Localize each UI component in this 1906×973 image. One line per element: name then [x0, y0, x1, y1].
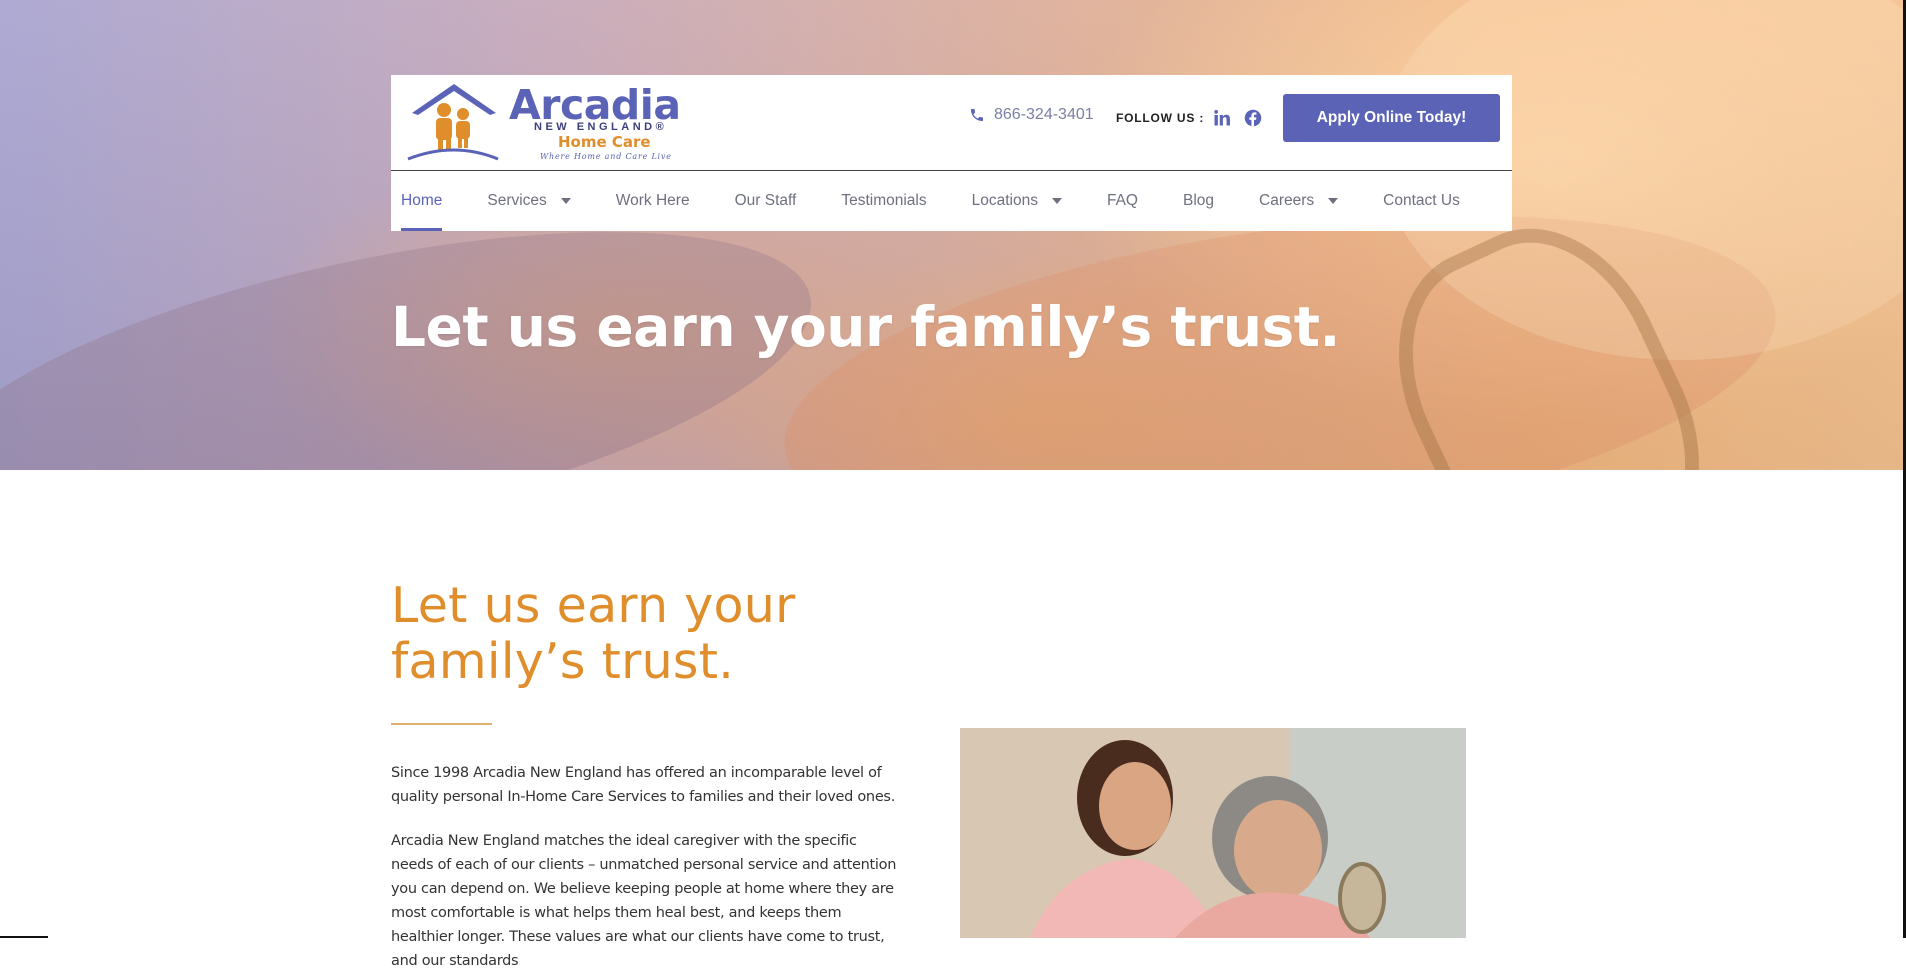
body-paragraph: Arcadia New England matches the ideal ca… — [391, 833, 897, 969]
chevron-down-icon — [1328, 198, 1339, 204]
logo-subline: NEW ENGLAND® — [534, 121, 668, 133]
nav-item-faq[interactable]: FAQ — [1107, 171, 1138, 231]
site-header: Arcadia NEW ENGLAND® Home Care Where Hom… — [391, 75, 1512, 231]
facebook-icon[interactable] — [1243, 108, 1263, 128]
main-nav: Home Services Work Here Our Staff Testim… — [391, 171, 1512, 231]
linkedin-icon[interactable] — [1212, 108, 1232, 128]
apply-online-button[interactable]: Apply Online Today! — [1283, 94, 1500, 142]
nav-item-careers[interactable]: Careers — [1259, 171, 1339, 231]
nav-item-blog[interactable]: Blog — [1183, 171, 1214, 231]
nav-item-home[interactable]: Home — [401, 171, 443, 231]
logo[interactable]: Arcadia NEW ENGLAND® Home Care Where Hom… — [406, 81, 681, 163]
phone-icon — [971, 109, 983, 121]
logo-tagline: Where Home and Care Live — [540, 152, 672, 161]
phone-link[interactable]: 866-324-3401 — [969, 106, 1094, 124]
logo-product: Home Care — [558, 133, 651, 151]
header-top: Arcadia NEW ENGLAND® Home Care Where Hom… — [391, 75, 1512, 171]
nav-item-contact-us[interactable]: Contact Us — [1383, 171, 1460, 231]
caregiver-photo — [960, 728, 1466, 938]
nav-item-work-here[interactable]: Work Here — [616, 171, 690, 231]
hero-title: Let us earn your family’s trust. — [391, 295, 1340, 359]
nav-item-services[interactable]: Services — [487, 171, 571, 231]
section-title: Let us earn your family’s trust. — [391, 577, 796, 690]
title-divider — [391, 723, 492, 725]
nav-item-testimonials[interactable]: Testimonials — [841, 171, 926, 231]
chevron-down-icon — [560, 198, 571, 204]
logo-house-icon — [407, 84, 499, 161]
chevron-down-icon — [1051, 198, 1062, 204]
phone-number: 866-324-3401 — [994, 106, 1094, 123]
nav-item-locations[interactable]: Locations — [972, 171, 1062, 231]
hero-banner: Let us earn your family’s trust. — [0, 0, 1906, 470]
intro-paragraph: Since 1998 Arcadia New England has offer… — [391, 765, 895, 805]
nav-item-our-staff[interactable]: Our Staff — [735, 171, 797, 231]
follow-label: FOLLOW US : — [1116, 111, 1205, 125]
